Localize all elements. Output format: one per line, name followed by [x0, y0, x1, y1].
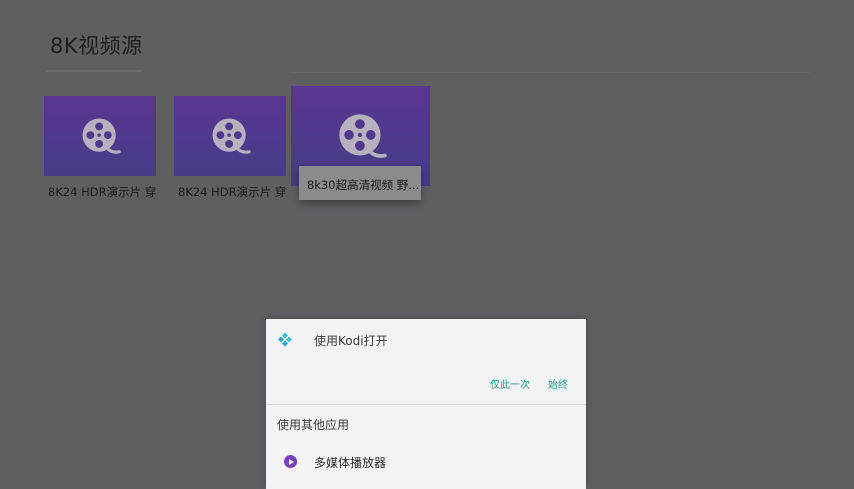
film-reel-icon [338, 114, 387, 158]
title-underline [46, 70, 142, 72]
video-caption: 8K24 HDR演示片 穿 [178, 185, 287, 199]
divider [290, 72, 810, 73]
kodi-logo-icon [278, 332, 292, 347]
other-apps-label: 使用其他应用 [277, 418, 350, 432]
play-circle-icon [284, 455, 297, 468]
video-tile-focused[interactable]: 8k30超高清视频 野... [291, 86, 430, 200]
divider [266, 404, 586, 405]
caption-box: 8k30超高清视频 野... [299, 166, 421, 200]
video-caption: 8k30超高清视频 野... [307, 178, 419, 192]
just-once-button[interactable]: 仅此一次 [490, 376, 530, 391]
page-title: 8K视频源 [50, 34, 143, 58]
open-with-dialog: 使用Kodi打开 仅此一次 始终 使用其他应用 多媒体播放器 [266, 319, 586, 489]
film-reel-icon [212, 118, 251, 154]
dialog-title: 使用Kodi打开 [314, 334, 388, 348]
always-button[interactable]: 始终 [548, 376, 568, 391]
video-thumbnail [44, 96, 156, 176]
dialog-header: 使用Kodi打开 [266, 319, 586, 361]
app-option-media-player[interactable]: 多媒体播放器 [266, 445, 586, 479]
video-caption: 8K24 HDR演示片 穿 [48, 185, 157, 199]
video-tile[interactable]: 8K24 HDR演示片 穿 [44, 96, 156, 199]
app-option-label: 多媒体播放器 [314, 456, 387, 470]
film-reel-icon [82, 118, 121, 154]
video-thumbnail [174, 96, 286, 176]
video-tile[interactable]: 8K24 HDR演示片 穿 [174, 96, 286, 199]
